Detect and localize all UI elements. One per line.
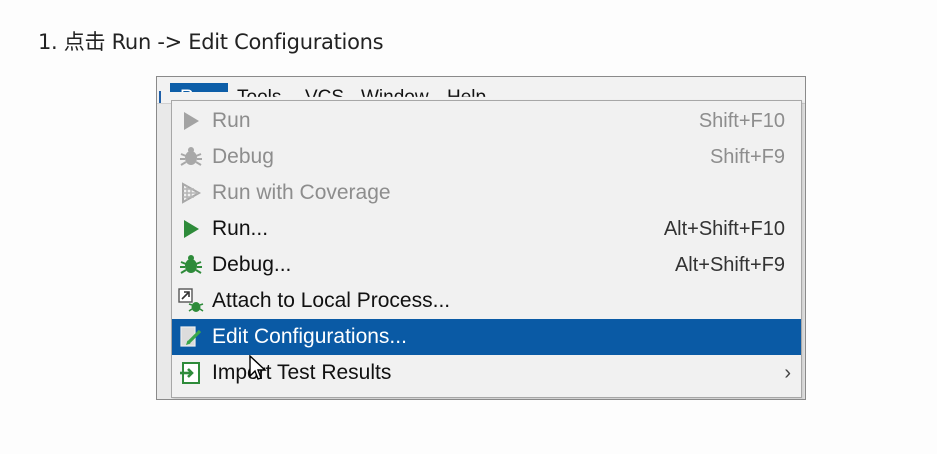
attach-process-icon xyxy=(178,288,204,314)
bug-icon xyxy=(178,144,204,170)
play-icon xyxy=(178,108,204,134)
ide-screenshot: Run Tools VCS Window Help Run Shift+F10 xyxy=(156,76,806,400)
menu-item-edit-configurations[interactable]: Edit Configurations... xyxy=(172,319,801,355)
menu-bar-edge xyxy=(159,91,161,103)
menu-item-run-dialog[interactable]: Run... Alt+Shift+F10 xyxy=(172,211,801,247)
run-dropdown-menu: Run Shift+F10 Debug Shift+F9 Run with Co… xyxy=(171,100,802,398)
submenu-arrow-icon: › xyxy=(784,361,791,384)
edit-config-icon xyxy=(178,324,204,350)
menu-item-attach-process[interactable]: Attach to Local Process... xyxy=(172,283,801,319)
menu-item-debug-dialog[interactable]: Debug... Alt+Shift+F9 xyxy=(172,247,801,283)
menu-item-debug[interactable]: Debug Shift+F9 xyxy=(172,139,801,175)
coverage-icon xyxy=(178,180,204,206)
menu-item-run[interactable]: Run Shift+F10 xyxy=(172,103,801,139)
bug-icon xyxy=(178,252,204,278)
instruction-text: 1. 点击 Run -> Edit Configurations xyxy=(38,30,384,54)
play-icon xyxy=(178,216,204,242)
import-icon xyxy=(178,360,204,386)
menu-item-run-with-coverage[interactable]: Run with Coverage xyxy=(172,175,801,211)
mouse-cursor-icon xyxy=(249,354,267,386)
